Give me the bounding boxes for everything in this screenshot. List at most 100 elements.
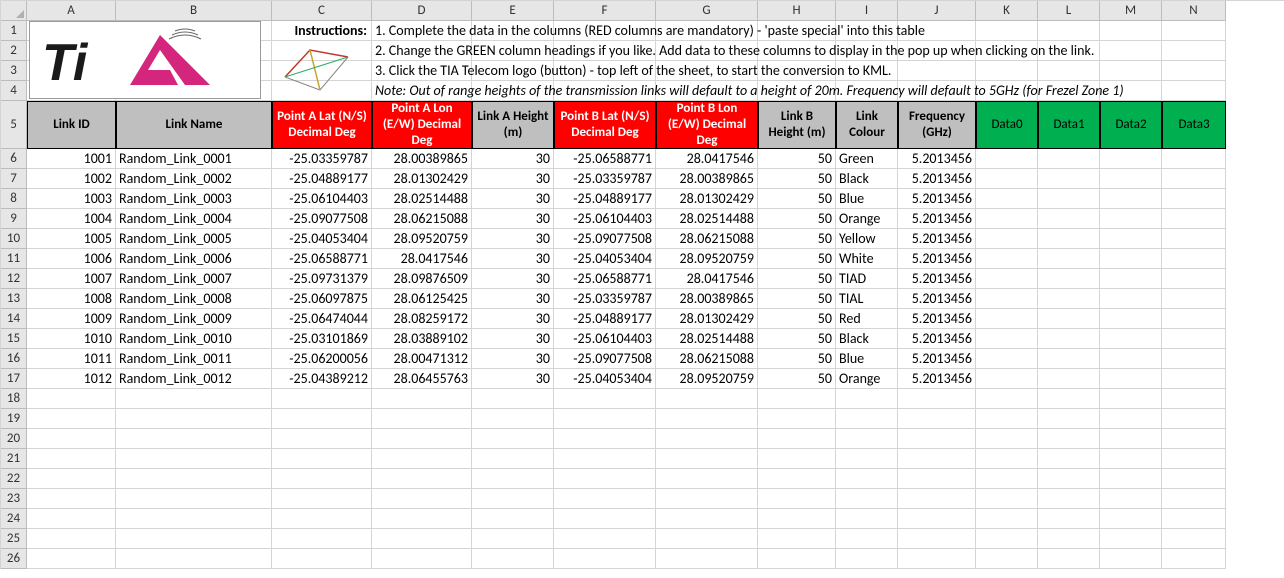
row-header-26[interactable]: 26	[1, 549, 27, 569]
cell-3-J[interactable]	[898, 61, 976, 81]
col-header-M[interactable]: M	[1100, 1, 1162, 21]
cell-18-G[interactable]	[656, 389, 758, 409]
cell-19-K[interactable]	[976, 409, 1038, 429]
cell-21-K[interactable]	[976, 449, 1038, 469]
cell-9-H[interactable]: 50	[758, 209, 836, 229]
cell-13-G[interactable]: 28.00389865	[656, 289, 758, 309]
table-header-H[interactable]: Link B Height (m)	[758, 101, 836, 149]
cell-11-E[interactable]: 30	[472, 249, 554, 269]
cell-19-G[interactable]	[656, 409, 758, 429]
row-header-15[interactable]: 15	[1, 329, 27, 349]
cell-24-B[interactable]	[116, 509, 272, 529]
cell-1-M[interactable]	[1100, 21, 1162, 41]
cell-19-A[interactable]	[27, 409, 116, 429]
cell-19-D[interactable]	[372, 409, 472, 429]
cell-10-K[interactable]	[976, 229, 1038, 249]
cell-10-C[interactable]: -25.04053404	[272, 229, 372, 249]
cell-9-N[interactable]	[1162, 209, 1226, 229]
cell-13-D[interactable]: 28.06125425	[372, 289, 472, 309]
cell-18-J[interactable]	[898, 389, 976, 409]
col-header-J[interactable]: J	[898, 1, 976, 21]
cell-23-C[interactable]	[272, 489, 372, 509]
table-header-E[interactable]: Link A Height (m)	[472, 101, 554, 149]
row-header-6[interactable]: 6	[1, 149, 27, 169]
cell-9-B[interactable]: Random_Link_0004	[116, 209, 272, 229]
cell-7-A[interactable]: 1002	[27, 169, 116, 189]
cell-13-K[interactable]	[976, 289, 1038, 309]
cell-21-B[interactable]	[116, 449, 272, 469]
table-header-D[interactable]: Point A Lon (E/W) Decimal Deg	[372, 101, 472, 149]
row-header-12[interactable]: 12	[1, 269, 27, 289]
cell-14-G[interactable]: 28.01302429	[656, 309, 758, 329]
table-header-F[interactable]: Point B Lat (N/S) Decimal Deg	[554, 101, 656, 149]
cell-10-A[interactable]: 1005	[27, 229, 116, 249]
cell-12-J[interactable]: 5.2013456	[898, 269, 976, 289]
cell-20-B[interactable]	[116, 429, 272, 449]
cell-17-G[interactable]: 28.09520759	[656, 369, 758, 389]
cell-24-D[interactable]	[372, 509, 472, 529]
cell-22-L[interactable]	[1038, 469, 1100, 489]
cell-20-C[interactable]	[272, 429, 372, 449]
row-header-7[interactable]: 7	[1, 169, 27, 189]
cell-13-F[interactable]: -25.03359787	[554, 289, 656, 309]
cell-12-N[interactable]	[1162, 269, 1226, 289]
cell-21-E[interactable]	[472, 449, 554, 469]
cell-16-F[interactable]: -25.09077508	[554, 349, 656, 369]
col-header-L[interactable]: L	[1038, 1, 1100, 21]
cell-12-H[interactable]: 50	[758, 269, 836, 289]
row-header-10[interactable]: 10	[1, 229, 27, 249]
cell-22-G[interactable]	[656, 469, 758, 489]
cell-8-D[interactable]: 28.02514488	[372, 189, 472, 209]
cell-19-J[interactable]	[898, 409, 976, 429]
cell-4-N[interactable]	[1162, 81, 1226, 101]
cell-6-D[interactable]: 28.00389865	[372, 149, 472, 169]
cell-20-L[interactable]	[1038, 429, 1100, 449]
cell-19-C[interactable]	[272, 409, 372, 429]
row-header-17[interactable]: 17	[1, 369, 27, 389]
cell-21-I[interactable]	[836, 449, 898, 469]
cell-12-M[interactable]	[1100, 269, 1162, 289]
cell-7-G[interactable]: 28.00389865	[656, 169, 758, 189]
cell-22-I[interactable]	[836, 469, 898, 489]
cell-26-B[interactable]	[116, 549, 272, 569]
cell-10-M[interactable]	[1100, 229, 1162, 249]
cell-13-B[interactable]: Random_Link_0008	[116, 289, 272, 309]
cell-8-F[interactable]: -25.04889177	[554, 189, 656, 209]
cell-16-C[interactable]: -25.06200056	[272, 349, 372, 369]
cell-6-M[interactable]	[1100, 149, 1162, 169]
cell-17-I[interactable]: Orange	[836, 369, 898, 389]
cell-17-F[interactable]: -25.04053404	[554, 369, 656, 389]
cell-21-A[interactable]	[27, 449, 116, 469]
cell-6-H[interactable]: 50	[758, 149, 836, 169]
cell-6-I[interactable]: Green	[836, 149, 898, 169]
cell-23-E[interactable]	[472, 489, 554, 509]
cell-25-F[interactable]	[554, 529, 656, 549]
cell-25-D[interactable]	[372, 529, 472, 549]
col-header-A[interactable]: A	[27, 1, 116, 21]
cell-10-N[interactable]	[1162, 229, 1226, 249]
cell-20-N[interactable]	[1162, 429, 1226, 449]
cell-14-D[interactable]: 28.08259172	[372, 309, 472, 329]
cell-7-D[interactable]: 28.01302429	[372, 169, 472, 189]
cell-20-G[interactable]	[656, 429, 758, 449]
cell-24-A[interactable]	[27, 509, 116, 529]
cell-11-I[interactable]: White	[836, 249, 898, 269]
cell-6-C[interactable]: -25.03359787	[272, 149, 372, 169]
cell-22-M[interactable]	[1100, 469, 1162, 489]
cell-7-I[interactable]: Black	[836, 169, 898, 189]
cell-17-B[interactable]: Random_Link_0012	[116, 369, 272, 389]
cell-20-A[interactable]	[27, 429, 116, 449]
cell-25-K[interactable]	[976, 529, 1038, 549]
col-header-E[interactable]: E	[472, 1, 554, 21]
cell-6-F[interactable]: -25.06588771	[554, 149, 656, 169]
cell-21-G[interactable]	[656, 449, 758, 469]
cell-12-K[interactable]	[976, 269, 1038, 289]
cell-20-K[interactable]	[976, 429, 1038, 449]
cell-12-D[interactable]: 28.09876509	[372, 269, 472, 289]
cell-12-I[interactable]: TIAD	[836, 269, 898, 289]
cell-10-G[interactable]: 28.06215088	[656, 229, 758, 249]
cell-15-F[interactable]: -25.06104403	[554, 329, 656, 349]
cell-23-M[interactable]	[1100, 489, 1162, 509]
cell-16-A[interactable]: 1011	[27, 349, 116, 369]
cell-15-L[interactable]	[1038, 329, 1100, 349]
